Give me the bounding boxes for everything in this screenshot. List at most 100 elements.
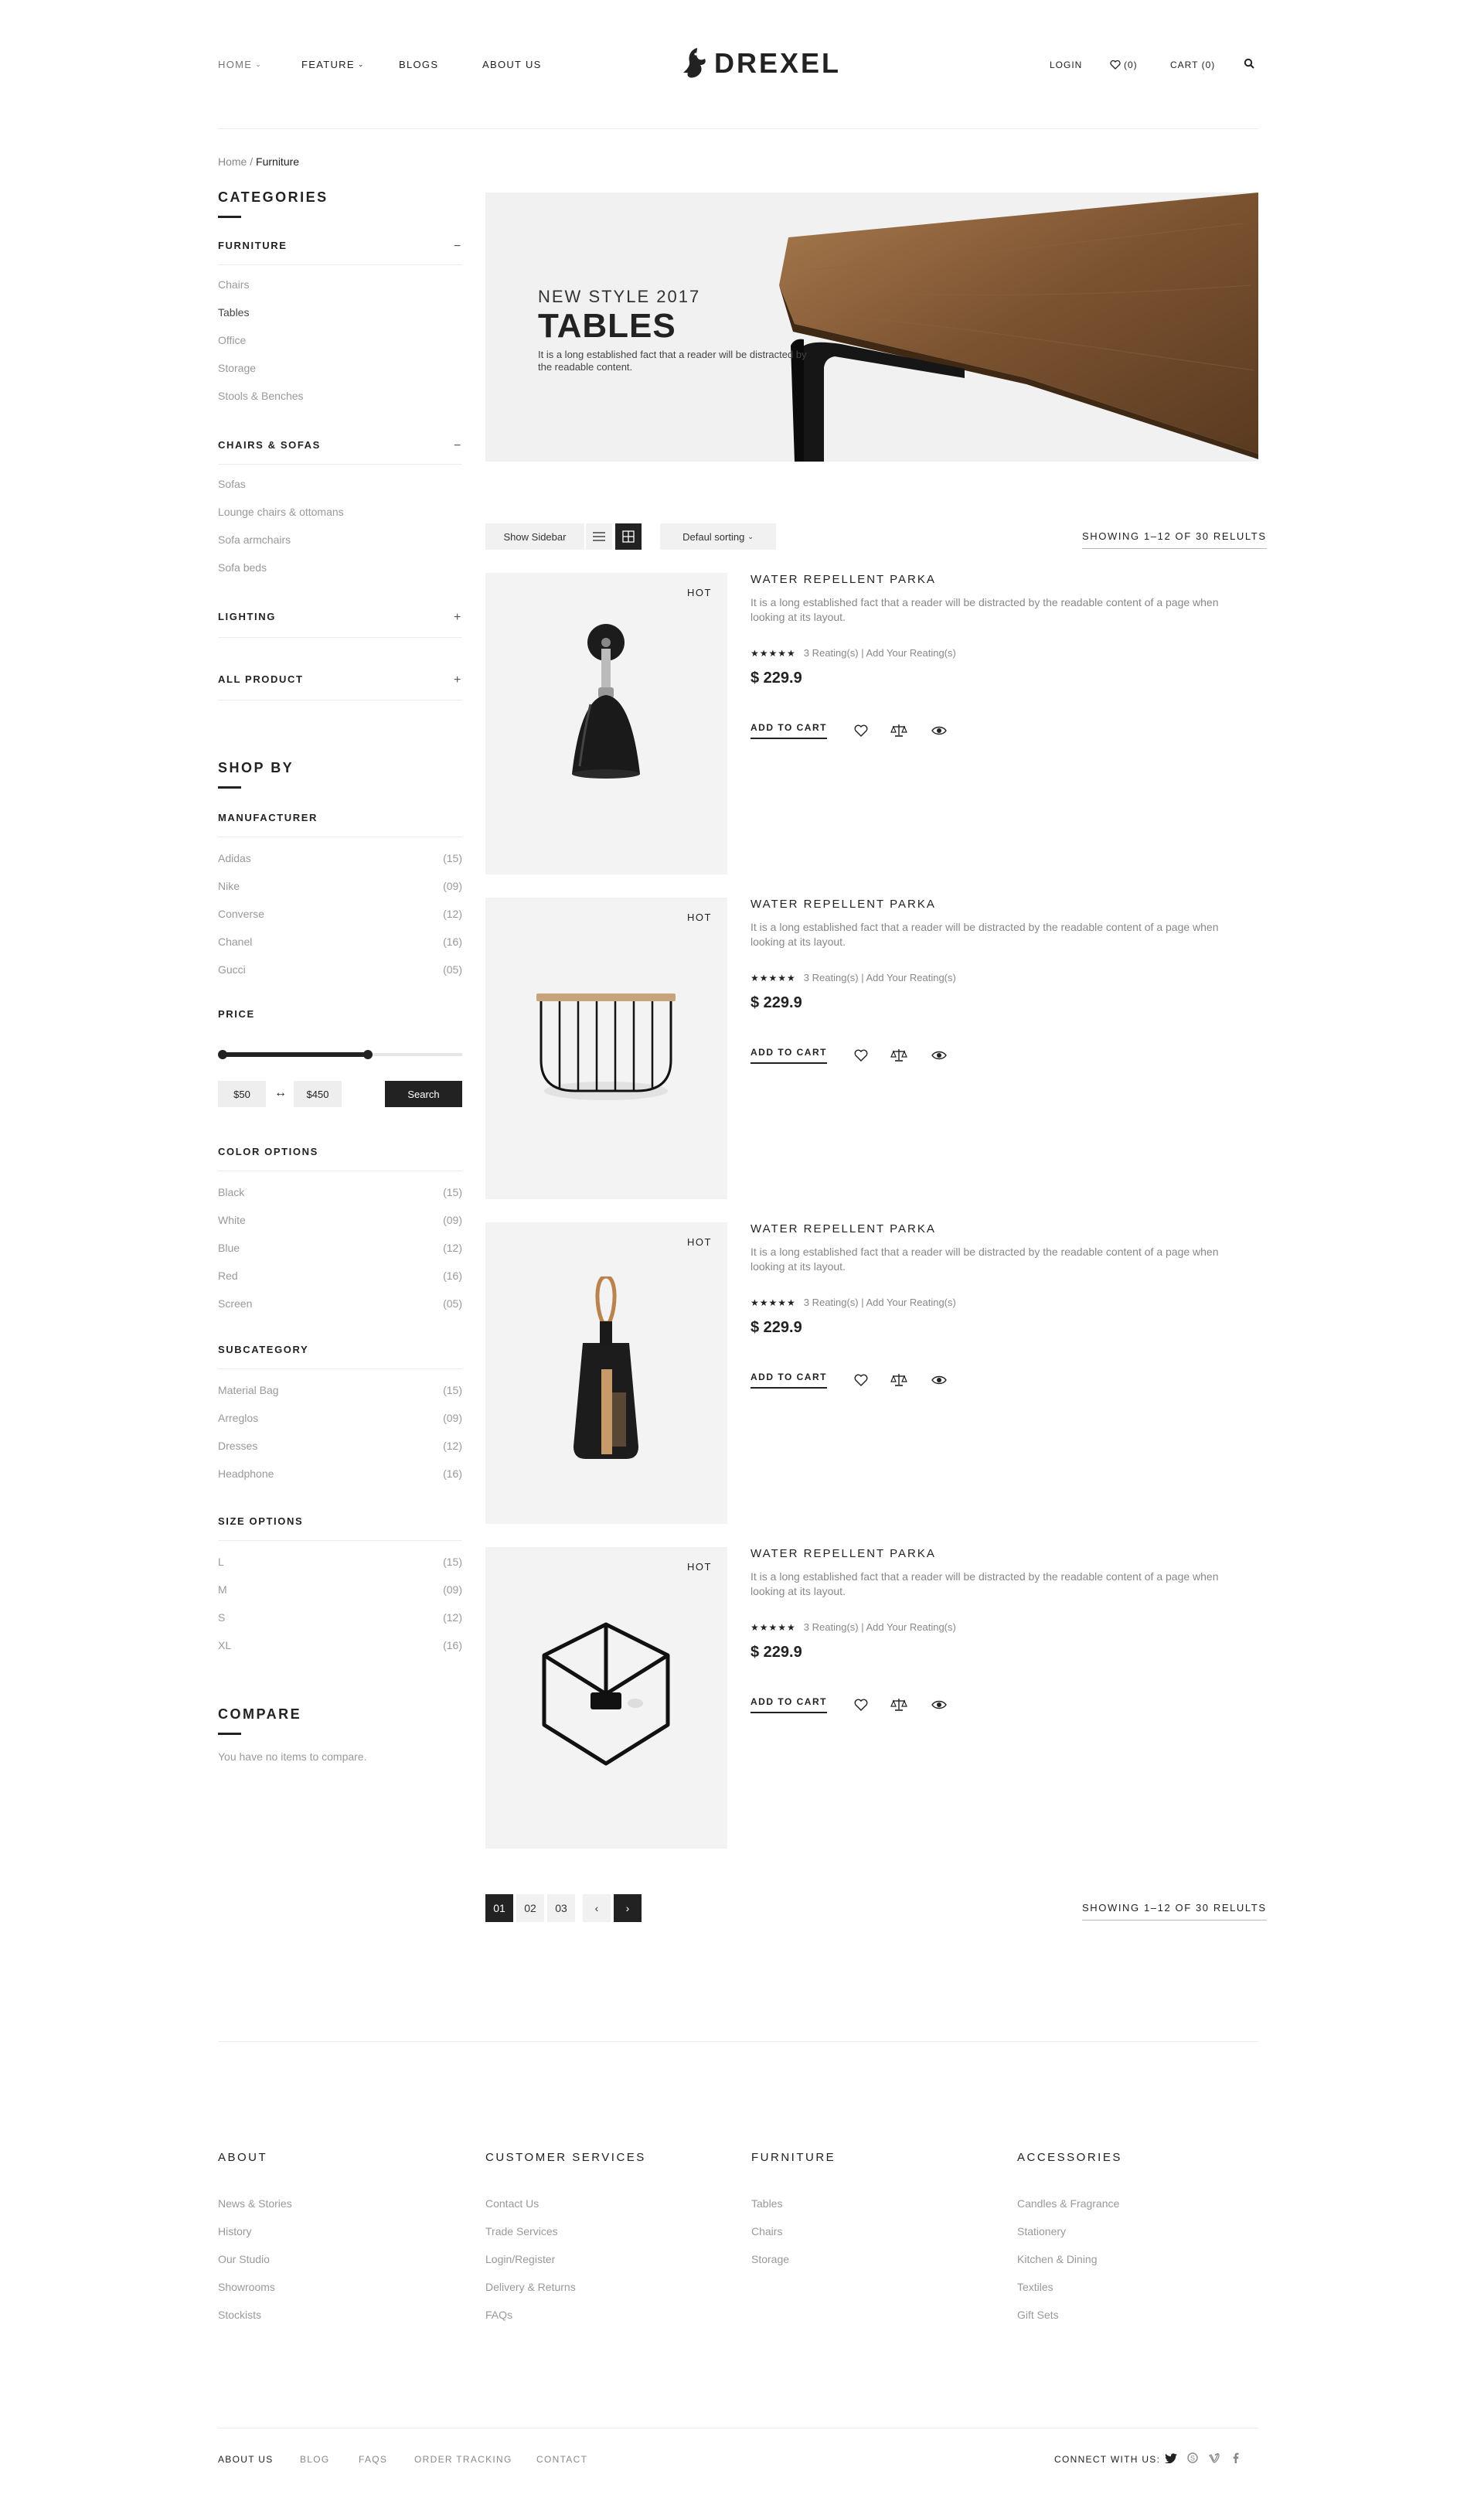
- price-slider-min-handle[interactable]: [218, 1050, 227, 1059]
- footer-link[interactable]: Delivery & Returns: [485, 2281, 576, 2293]
- filter-item-dresses[interactable]: Dresses (12): [218, 1440, 462, 1452]
- footer-link[interactable]: Chairs: [751, 2225, 782, 2237]
- filter-item-screen[interactable]: Screen (05): [218, 1297, 462, 1310]
- category-item-chairs[interactable]: Chairs: [218, 278, 249, 291]
- footer-link[interactable]: Gift Sets: [1017, 2309, 1059, 2321]
- product-image-2[interactable]: HOT: [485, 898, 727, 1199]
- category-item-sofas[interactable]: Sofas: [218, 478, 246, 490]
- price-max-field[interactable]: $450: [294, 1081, 342, 1107]
- category-item-lounge[interactable]: Lounge chairs & ottomans: [218, 506, 344, 518]
- wishlist-heart-icon[interactable]: [851, 721, 871, 741]
- skype-icon[interactable]: S: [1184, 2449, 1201, 2466]
- category-item-office[interactable]: Office: [218, 334, 246, 346]
- filter-item-size-m[interactable]: M (09): [218, 1583, 462, 1596]
- category-chairs-sofas[interactable]: CHAIRS & SOFAS −: [218, 439, 462, 453]
- filter-item-chanel[interactable]: Chanel (16): [218, 936, 462, 948]
- footer-link[interactable]: Stockists: [218, 2309, 261, 2321]
- login-link[interactable]: LOGIN: [1050, 60, 1082, 70]
- category-item-storage[interactable]: Storage: [218, 362, 256, 374]
- footer-link[interactable]: Stationery: [1017, 2225, 1066, 2237]
- breadcrumb-home[interactable]: Home: [218, 155, 247, 168]
- wishlist-heart-icon[interactable]: [851, 1695, 871, 1715]
- facebook-icon[interactable]: [1227, 2449, 1244, 2466]
- cart-link[interactable]: CART (0): [1170, 60, 1215, 70]
- footer-bottom-contact[interactable]: CONTACT: [536, 2454, 587, 2465]
- page-03[interactable]: 03: [547, 1894, 575, 1922]
- footer-link[interactable]: Storage: [751, 2253, 789, 2265]
- compare-scale-icon[interactable]: [889, 1695, 909, 1715]
- footer-bottom-about-us[interactable]: ABOUT US: [218, 2454, 274, 2465]
- product-title[interactable]: WATER REPELLENT PARKA: [751, 1547, 936, 1560]
- filter-item-black[interactable]: Black (15): [218, 1186, 462, 1198]
- add-to-cart-button[interactable]: ADD TO CART: [751, 1372, 827, 1389]
- category-item-stools[interactable]: Stools & Benches: [218, 390, 304, 402]
- footer-link[interactable]: Tables: [751, 2197, 782, 2210]
- brand-logo[interactable]: DREXEL: [680, 45, 841, 82]
- product-image-4[interactable]: HOT: [485, 1547, 727, 1849]
- wishlist-heart-icon[interactable]: [851, 1370, 871, 1390]
- filter-item-nike[interactable]: Nike (09): [218, 880, 462, 892]
- minus-icon[interactable]: −: [454, 439, 462, 453]
- footer-bottom-blog[interactable]: BLOG: [300, 2454, 330, 2465]
- compare-scale-icon[interactable]: [889, 721, 909, 741]
- page-01[interactable]: 01: [485, 1894, 513, 1922]
- filter-item-material-bag[interactable]: Material Bag (15): [218, 1384, 462, 1396]
- rating-text[interactable]: 3 Reating(s) | Add Your Reating(s): [804, 1621, 956, 1633]
- product-image-1[interactable]: HOT: [485, 573, 727, 874]
- footer-bottom-order-tracking[interactable]: ORDER TRACKING: [414, 2454, 512, 2465]
- price-search-button[interactable]: Search: [385, 1081, 462, 1107]
- footer-link[interactable]: Candles & Fragrance: [1017, 2197, 1119, 2210]
- category-lighting[interactable]: LIGHTING +: [218, 611, 462, 625]
- vimeo-icon[interactable]: [1206, 2449, 1223, 2466]
- filter-item-size-l[interactable]: L (15): [218, 1556, 462, 1568]
- rating-text[interactable]: 3 Reating(s) | Add Your Reating(s): [804, 972, 956, 983]
- wishlist-link[interactable]: (0): [1110, 60, 1138, 70]
- show-sidebar-button[interactable]: Show Sidebar: [485, 523, 584, 550]
- category-item-armchairs[interactable]: Sofa armchairs: [218, 533, 291, 546]
- category-all-product[interactable]: ALL PRODUCT +: [218, 673, 462, 687]
- footer-link[interactable]: Our Studio: [218, 2253, 270, 2265]
- price-min-field[interactable]: $50: [218, 1081, 266, 1107]
- add-to-cart-button[interactable]: ADD TO CART: [751, 1047, 827, 1064]
- filter-item-headphone[interactable]: Headphone (16): [218, 1467, 462, 1480]
- wishlist-heart-icon[interactable]: [851, 1045, 871, 1065]
- compare-scale-icon[interactable]: [889, 1370, 909, 1390]
- quick-view-eye-icon[interactable]: [929, 721, 949, 741]
- footer-link[interactable]: Login/Register: [485, 2253, 555, 2265]
- filter-item-adidas[interactable]: Adidas (15): [218, 852, 462, 864]
- footer-link[interactable]: Trade Services: [485, 2225, 558, 2237]
- footer-link[interactable]: FAQs: [485, 2309, 512, 2321]
- quick-view-eye-icon[interactable]: [929, 1045, 949, 1065]
- nav-blogs[interactable]: BLOGS: [399, 59, 438, 70]
- sorting-select[interactable]: Defaul sorting ⌄: [660, 523, 776, 550]
- footer-link[interactable]: History: [218, 2225, 252, 2237]
- footer-link[interactable]: Contact Us: [485, 2197, 539, 2210]
- category-furniture[interactable]: FURNITURE −: [218, 240, 462, 254]
- footer-link[interactable]: Textiles: [1017, 2281, 1053, 2293]
- plus-icon[interactable]: +: [454, 673, 462, 687]
- footer-link[interactable]: Showrooms: [218, 2281, 275, 2293]
- prev-page-chevron-icon[interactable]: ‹: [583, 1894, 611, 1922]
- filter-item-white[interactable]: White (09): [218, 1214, 462, 1226]
- quick-view-eye-icon[interactable]: [929, 1370, 949, 1390]
- compare-scale-icon[interactable]: [889, 1045, 909, 1065]
- plus-icon[interactable]: +: [454, 611, 462, 625]
- filter-item-size-xl[interactable]: XL (16): [218, 1639, 462, 1651]
- list-view-icon[interactable]: [586, 523, 612, 550]
- filter-item-blue[interactable]: Blue (12): [218, 1242, 462, 1254]
- page-02[interactable]: 02: [516, 1894, 544, 1922]
- category-item-tables[interactable]: Tables: [218, 306, 249, 319]
- rating-text[interactable]: 3 Reating(s) | Add Your Reating(s): [804, 647, 956, 659]
- filter-item-red[interactable]: Red (16): [218, 1270, 462, 1282]
- nav-about-us[interactable]: ABOUT US: [482, 59, 542, 70]
- filter-item-converse[interactable]: Converse (12): [218, 908, 462, 920]
- filter-item-arreglos[interactable]: Arreglos (09): [218, 1412, 462, 1424]
- footer-link[interactable]: News & Stories: [218, 2197, 292, 2210]
- minus-icon[interactable]: −: [454, 240, 462, 254]
- product-title[interactable]: WATER REPELLENT PARKA: [751, 573, 936, 586]
- grid-view-icon[interactable]: [615, 523, 642, 550]
- twitter-icon[interactable]: [1162, 2449, 1179, 2466]
- nav-feature[interactable]: FEATURE ⌄: [301, 59, 365, 70]
- quick-view-eye-icon[interactable]: [929, 1695, 949, 1715]
- product-image-3[interactable]: HOT: [485, 1222, 727, 1524]
